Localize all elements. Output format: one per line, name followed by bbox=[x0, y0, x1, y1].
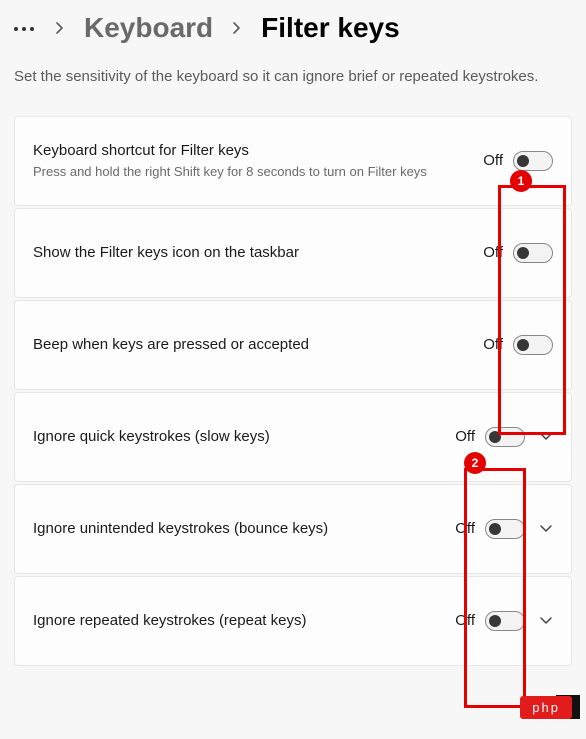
toggle-taskbar-icon[interactable] bbox=[513, 243, 553, 263]
setting-title: Ignore quick keystrokes (slow keys) bbox=[33, 426, 443, 447]
expand-slow-keys[interactable] bbox=[539, 430, 553, 444]
setting-title: Ignore repeated keystrokes (repeat keys) bbox=[33, 610, 443, 631]
toggle-bounce-keys[interactable] bbox=[485, 519, 525, 539]
chevron-right-icon bbox=[231, 22, 243, 34]
toggle-shortcut[interactable] bbox=[513, 151, 553, 171]
toggle-state-label: Off bbox=[483, 336, 503, 353]
settings-list: Keyboard shortcut for Filter keys Press … bbox=[14, 116, 572, 666]
breadcrumb: Keyboard Filter keys bbox=[14, 12, 572, 44]
page-description: Set the sensitivity of the keyboard so i… bbox=[14, 66, 572, 88]
breadcrumb-current: Filter keys bbox=[261, 12, 400, 44]
toggle-state-label: Off bbox=[483, 244, 503, 261]
toggle-repeat-keys[interactable] bbox=[485, 611, 525, 631]
setting-title: Keyboard shortcut for Filter keys bbox=[33, 140, 471, 161]
setting-row-repeat-keys: Ignore repeated keystrokes (repeat keys)… bbox=[14, 576, 572, 666]
expand-bounce-keys[interactable] bbox=[539, 522, 553, 536]
expand-repeat-keys[interactable] bbox=[539, 614, 553, 628]
toggle-state-label: Off bbox=[455, 520, 475, 537]
setting-row-beep: Beep when keys are pressed or accepted O… bbox=[14, 300, 572, 390]
setting-subtitle: Press and hold the right Shift key for 8… bbox=[33, 163, 471, 181]
footer-logo: php bbox=[520, 696, 572, 719]
breadcrumb-link-keyboard[interactable]: Keyboard bbox=[84, 12, 213, 44]
setting-row-slow-keys: Ignore quick keystrokes (slow keys) Off bbox=[14, 392, 572, 482]
setting-row-bounce-keys: Ignore unintended keystrokes (bounce key… bbox=[14, 484, 572, 574]
setting-title: Beep when keys are pressed or accepted bbox=[33, 334, 471, 355]
breadcrumb-more-icon[interactable] bbox=[14, 27, 34, 31]
toggle-state-label: Off bbox=[455, 612, 475, 629]
toggle-state-label: Off bbox=[483, 152, 503, 169]
setting-title: Show the Filter keys icon on the taskbar bbox=[33, 242, 471, 263]
toggle-beep[interactable] bbox=[513, 335, 553, 355]
chevron-right-icon bbox=[54, 22, 66, 34]
setting-row-taskbar-icon: Show the Filter keys icon on the taskbar… bbox=[14, 208, 572, 298]
toggle-slow-keys[interactable] bbox=[485, 427, 525, 447]
toggle-state-label: Off bbox=[455, 428, 475, 445]
setting-title: Ignore unintended keystrokes (bounce key… bbox=[33, 518, 443, 539]
setting-row-shortcut: Keyboard shortcut for Filter keys Press … bbox=[14, 116, 572, 206]
